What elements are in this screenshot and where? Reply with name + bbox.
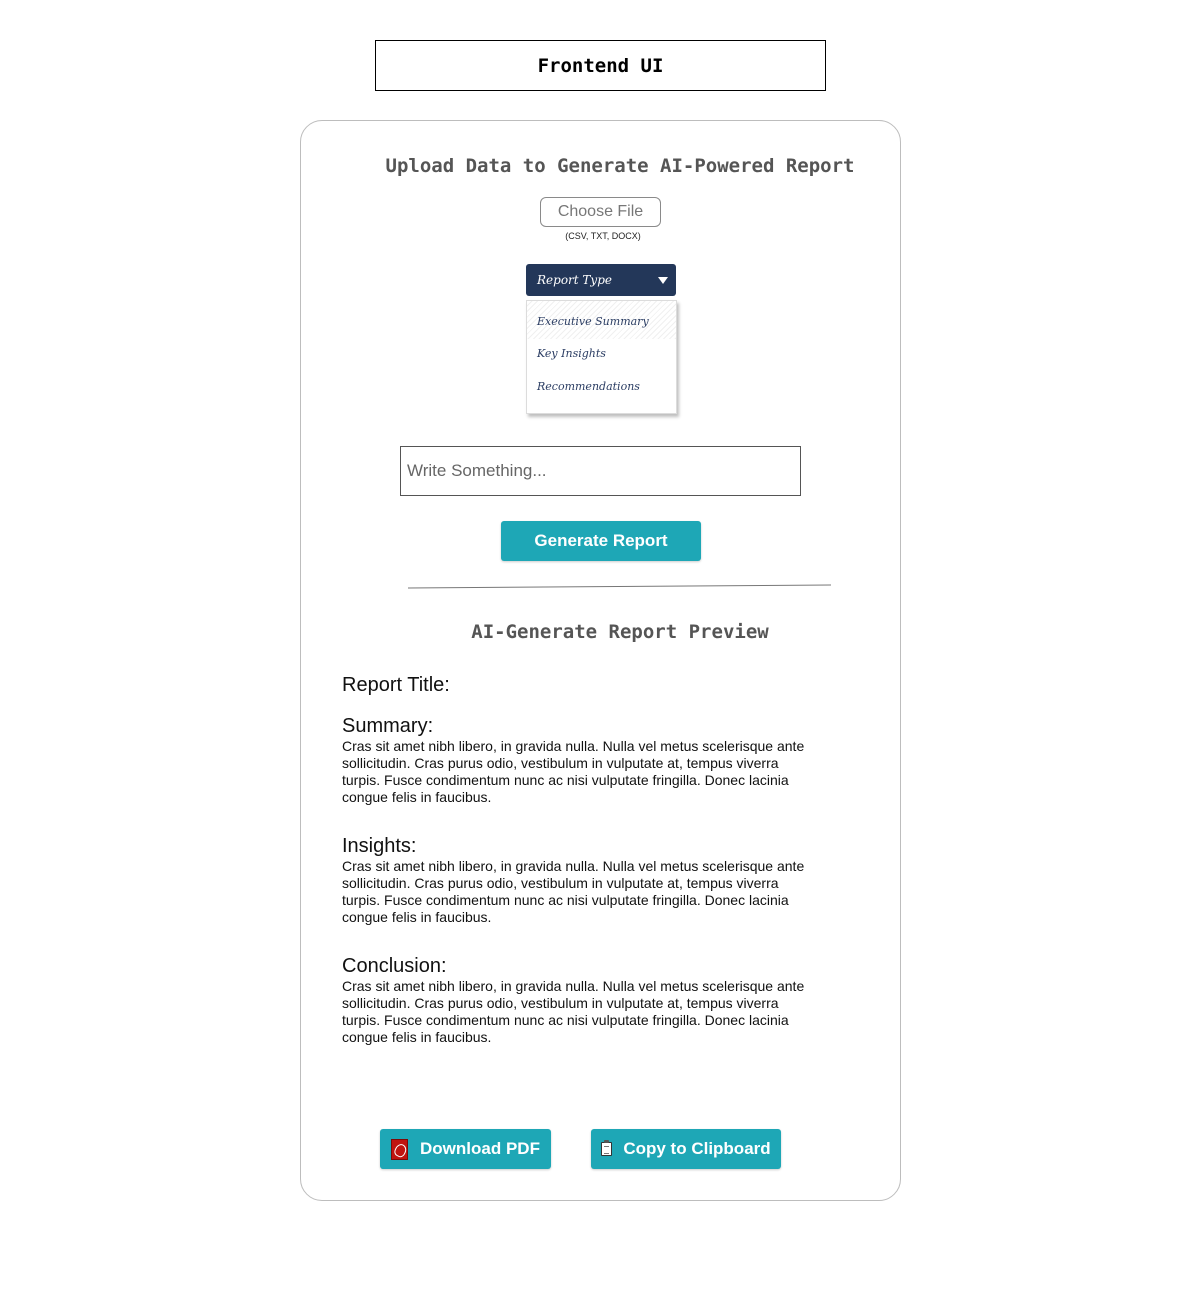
download-pdf-button[interactable]: Download PDF bbox=[380, 1129, 551, 1169]
conclusion-text: Cras sit amet nibh libero, in gravida nu… bbox=[342, 978, 805, 1045]
upload-heading: Upload Data to Generate AI-Powered Repor… bbox=[385, 155, 855, 177]
menu-item-executive-summary[interactable]: Executive Summary bbox=[527, 301, 676, 339]
insights-heading: Insights: bbox=[342, 835, 417, 857]
download-pdf-label: Download PDF bbox=[420, 1139, 540, 1158]
file-type-hint: (CSV, TXT, DOCX) bbox=[565, 231, 641, 241]
generate-report-button[interactable]: Generate Report bbox=[501, 521, 701, 561]
preview-heading: AI-Generate Report Preview bbox=[471, 621, 769, 643]
summary-heading: Summary: bbox=[342, 715, 434, 737]
menu-item-recommendations[interactable]: Recommendations bbox=[537, 380, 640, 393]
copy-to-clipboard-button[interactable]: Copy to Clipboard bbox=[591, 1129, 781, 1169]
report-type-dropdown[interactable]: Report Type bbox=[526, 264, 676, 296]
summary-text: Cras sit amet nibh libero, in gravida nu… bbox=[342, 738, 805, 805]
clipboard-icon bbox=[601, 1140, 613, 1156]
caret-down-icon bbox=[658, 276, 668, 284]
insights-text: Cras sit amet nibh libero, in gravida nu… bbox=[342, 858, 805, 925]
prompt-input[interactable] bbox=[400, 446, 801, 496]
report-title-label: Report Title: bbox=[342, 674, 450, 696]
page-title: Frontend UI bbox=[375, 40, 826, 91]
conclusion-heading: Conclusion: bbox=[342, 955, 447, 977]
pdf-icon bbox=[391, 1138, 409, 1160]
dropdown-selected-label: Report Type bbox=[537, 273, 612, 287]
menu-item-key-insights[interactable]: Key Insights bbox=[537, 347, 606, 360]
copy-to-clipboard-label: Copy to Clipboard bbox=[623, 1139, 771, 1158]
choose-file-button[interactable]: Choose File bbox=[540, 197, 661, 227]
report-type-menu: Executive Summary Key Insights Recommend… bbox=[526, 300, 677, 414]
